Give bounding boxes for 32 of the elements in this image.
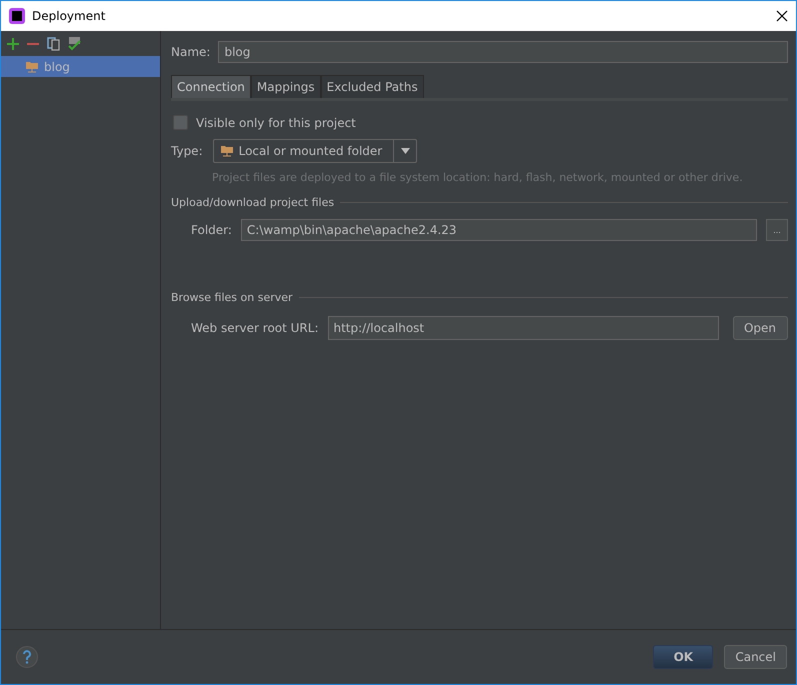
folder-field[interactable]: C:\wamp\bin\apache\apache2.4.23 (240, 219, 757, 241)
server-item[interactable]: blog (1, 56, 160, 77)
tab[interactable]: Connection (171, 75, 251, 98)
dialog-button[interactable]: Cancel (724, 645, 787, 669)
open-button[interactable]: Open (732, 316, 788, 340)
dialog-button[interactable]: OK (653, 645, 714, 669)
type-label: Type: (171, 144, 203, 158)
checkbox[interactable] (173, 115, 188, 130)
folder-icon (220, 144, 234, 158)
checkbox-label: Visible only for this project (196, 116, 356, 130)
folder-label: Folder: (191, 223, 232, 237)
close-button[interactable] (776, 10, 788, 22)
help-button[interactable] (16, 646, 38, 668)
type-dropdown[interactable]: Local or mounted folder (212, 139, 418, 163)
url-label: Web server root URL: (191, 321, 318, 335)
dropdown-arrow-icon (400, 148, 410, 154)
default-server-icon[interactable] (68, 36, 81, 50)
url-field[interactable]: http://localhost (328, 316, 718, 340)
app-logo-icon (9, 8, 25, 24)
question-mark-icon (22, 650, 32, 664)
server-name: blog (44, 60, 70, 74)
folder-icon (25, 60, 39, 74)
section-title: Browse files on server (171, 291, 293, 304)
section-title: Upload/download project files (171, 196, 334, 209)
copy-icon[interactable] (47, 36, 60, 50)
tab[interactable]: Excluded Paths (320, 75, 424, 98)
add-icon[interactable] (7, 38, 19, 50)
tab[interactable]: Mappings (250, 75, 321, 98)
name-field[interactable]: blog (218, 41, 788, 63)
window-title: Deployment (32, 9, 106, 23)
browse-button[interactable]: ... (766, 219, 788, 241)
name-label: Name: (171, 45, 210, 59)
